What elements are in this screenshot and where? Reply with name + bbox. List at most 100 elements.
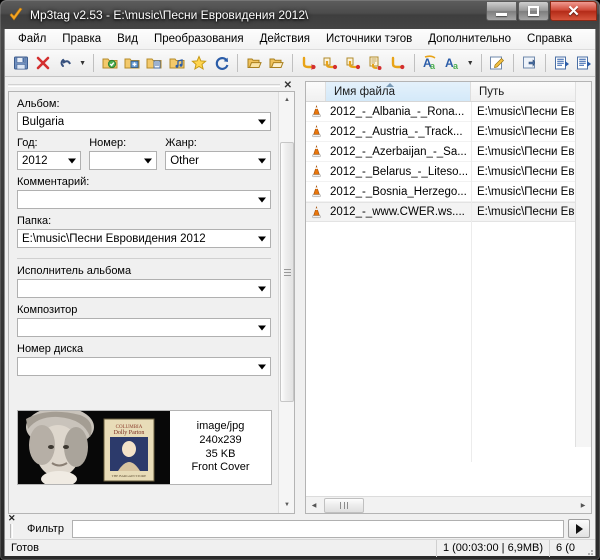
tag-from-filename-icon[interactable] [320, 52, 341, 74]
table-row[interactable]: 2012_-_Azerbaijan_-_Sa... E:\music\Песни… [306, 142, 591, 162]
open-playlist-icon[interactable] [166, 52, 187, 74]
table-row[interactable]: 2012_-_Austria_-_Track... E:\music\Песни… [306, 122, 591, 142]
refresh-icon[interactable] [211, 52, 232, 74]
menu-view[interactable]: Вид [109, 30, 146, 48]
remove-tag-icon[interactable] [32, 52, 53, 74]
add-files-icon[interactable] [144, 52, 165, 74]
tag-panel-scrollbar[interactable]: ▲ ▼ [278, 92, 294, 513]
chevron-down-icon[interactable] [258, 286, 266, 291]
chevron-down-icon[interactable] [68, 158, 77, 163]
undo-icon[interactable] [55, 52, 76, 74]
composer-field[interactable] [17, 318, 271, 337]
replace-case-icon[interactable]: Aa [442, 52, 463, 74]
genre-value: Other [170, 154, 199, 167]
filename-from-tag-icon[interactable] [298, 52, 319, 74]
chevron-down-icon[interactable] [144, 158, 153, 163]
file-path: E:\music\Песни Евро [477, 105, 588, 118]
play-arrow-icon [575, 523, 583, 534]
cover-art-box[interactable]: COLUMBIA Dolly Parton THE BARGAIN STORE [17, 410, 272, 485]
disc-number-field[interactable] [17, 357, 271, 376]
favorites-icon[interactable] [188, 52, 209, 74]
close-button[interactable]: ✕ [550, 1, 597, 21]
window-title: Mp3tag v2.53 - E:\music\Песни Евровидени… [30, 7, 309, 22]
chevron-down-icon[interactable] [258, 364, 266, 369]
album-field[interactable]: Bulgaria [17, 112, 271, 131]
album-artist-field[interactable] [17, 279, 271, 298]
file-list-horizontal-scrollbar[interactable]: ◀ ▶ [306, 496, 591, 513]
column-header-filename[interactable]: Имя файла [326, 82, 471, 101]
panel-splitter[interactable] [297, 81, 305, 514]
genre-field[interactable]: Other [165, 151, 271, 170]
menu-actions[interactable]: Действия [252, 30, 318, 48]
change-directory-icon[interactable] [99, 52, 120, 74]
chevron-down-icon[interactable] [258, 197, 266, 202]
file-path: E:\music\Песни Евро [477, 165, 588, 178]
table-row[interactable]: 2012_-_Albania_-_Rona... E:\music\Песни … [306, 102, 591, 122]
paste-tag-icon[interactable] [266, 52, 287, 74]
actions-icon[interactable] [519, 52, 540, 74]
chevron-down-icon[interactable] [258, 158, 266, 163]
comment-label: Комментарий: [17, 176, 90, 188]
chevron-down-icon[interactable] [258, 119, 266, 124]
file-path: E:\music\Песни Евро [477, 206, 588, 218]
scroll-right-icon[interactable]: ▶ [575, 497, 591, 513]
scrollbar-thumb[interactable] [324, 497, 364, 513]
comment-field[interactable] [17, 190, 271, 209]
resize-grip-icon[interactable] [581, 540, 595, 557]
scroll-up-icon[interactable]: ▲ [279, 92, 294, 108]
case-conversion-icon[interactable]: Aa [420, 52, 441, 74]
file-name: 2012_-_Austria_-_Track... [330, 125, 463, 138]
file-list-vertical-scrollbar[interactable] [575, 82, 591, 447]
filename-from-filename-icon[interactable] [388, 52, 409, 74]
playlist-export-icon[interactable] [551, 52, 572, 74]
column-header-icon[interactable] [306, 82, 326, 101]
track-label: Номер: [89, 137, 127, 149]
scroll-down-icon[interactable]: ▼ [279, 497, 294, 513]
filter-bar: ✕ Фильтр [5, 513, 595, 539]
vlc-cone-icon [306, 145, 326, 158]
year-field[interactable]: 2012 [17, 151, 82, 170]
cover-dimensions: 240x239 [199, 433, 242, 446]
text-file-icon[interactable] [365, 52, 386, 74]
undo-dropdown-icon[interactable]: ▼ [77, 52, 88, 74]
table-row[interactable]: 2012_-_Bosnia_Herzego... E:\music\Песни … [306, 182, 591, 202]
menu-help[interactable]: Справка [519, 30, 580, 48]
menu-edit[interactable]: Правка [54, 30, 109, 48]
status-text: Готов [11, 542, 39, 554]
scroll-left-icon[interactable]: ◀ [306, 497, 322, 513]
scrollbar-thumb[interactable] [280, 142, 294, 402]
case-dropdown-icon[interactable]: ▼ [465, 52, 476, 74]
tag-panel-close-icon[interactable]: ✕ [284, 80, 295, 91]
filter-bar-handle[interactable]: ✕ [5, 513, 19, 539]
folder-field[interactable]: E:\music\Песни Евровидения 2012 [17, 229, 271, 248]
maximize-button[interactable] [518, 1, 549, 21]
client-area: Файл Правка Вид Преобразования Действия … [4, 29, 596, 557]
filter-close-icon[interactable]: ✕ [8, 513, 16, 524]
minimize-button[interactable] [486, 1, 517, 21]
cover-art-metadata: image/jpg 240x239 35 KB Front Cover [170, 411, 271, 484]
edit-icon[interactable] [487, 52, 508, 74]
menu-extras[interactable]: Дополнительно [420, 30, 519, 48]
chevron-down-icon[interactable] [258, 236, 266, 241]
filter-input[interactable] [71, 519, 564, 538]
filter-apply-button[interactable] [568, 519, 590, 538]
save-icon[interactable] [10, 52, 31, 74]
tag-panel-body: Альбом: Bulgaria Год: 2012 Номер: Жанр: … [8, 91, 295, 514]
cover-art-image[interactable]: COLUMBIA Dolly Parton THE BARGAIN STORE [18, 411, 170, 484]
playlist-copy-icon[interactable] [574, 52, 595, 74]
table-row[interactable]: 2012_-_www.CWER.ws.... E:\music\Песни Ев… [306, 202, 591, 222]
menu-convert[interactable]: Преобразования [146, 30, 252, 48]
add-directory-icon[interactable] [121, 52, 142, 74]
track-field[interactable] [89, 151, 158, 170]
table-row[interactable]: 2012_-_Belarus_-_Liteso... E:\music\Песн… [306, 162, 591, 182]
menu-tag-sources[interactable]: Источники тэгов [318, 30, 420, 48]
copy-tag-icon[interactable] [243, 52, 264, 74]
menu-file[interactable]: Файл [10, 30, 54, 48]
chevron-down-icon[interactable] [258, 325, 266, 330]
svg-text:THE BARGAIN STORE: THE BARGAIN STORE [112, 474, 146, 478]
grip-icon [10, 524, 13, 538]
column-label-filename: Имя файла [334, 85, 395, 98]
column-header-path[interactable]: Путь [471, 82, 591, 101]
tag-from-tag-icon[interactable] [343, 52, 364, 74]
file-name: 2012_-_Albania_-_Rona... [330, 105, 465, 118]
